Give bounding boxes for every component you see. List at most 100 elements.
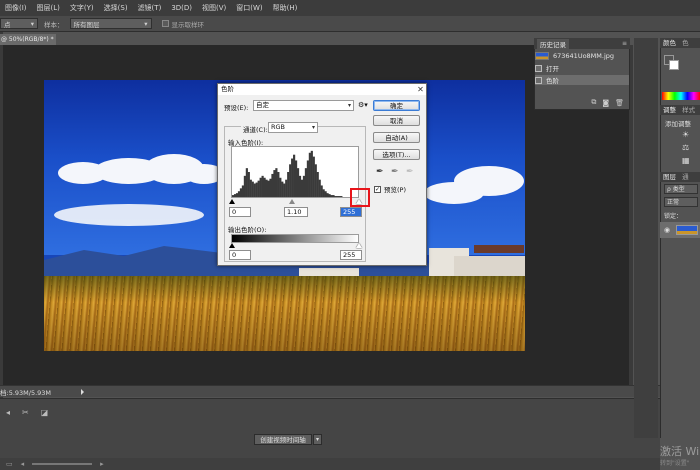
layers-panel-tab[interactable]: 图层 通 [660, 172, 700, 182]
input-black-field[interactable]: 0 [229, 207, 251, 217]
output-black-slider[interactable] [229, 243, 235, 248]
history-step-label: 打开 [546, 65, 559, 73]
history-step-icon [535, 64, 542, 72]
input-white-field[interactable]: 255 [340, 207, 362, 217]
channels-tab-label: 通 [682, 173, 689, 181]
menu-3d[interactable]: 3D(D) [166, 4, 197, 12]
histogram-bar [285, 179, 288, 197]
checkbox-box [161, 20, 169, 27]
zoom-slider[interactable] [32, 463, 93, 465]
document-tab[interactable]: @ 50%(RGB/8*) * [0, 34, 56, 45]
histogram-bar [249, 179, 252, 197]
history-step-levels[interactable]: 色阶 [535, 75, 629, 85]
balance-icon[interactable]: ⚖ [682, 143, 689, 152]
panel-menu-icon[interactable]: ≡ [622, 40, 627, 47]
black-eyedropper-icon[interactable]: ✒ [376, 167, 384, 177]
menu-window[interactable]: 窗口(W) [231, 3, 267, 13]
status-menu-icon[interactable] [81, 388, 85, 395]
histogram-bar [324, 191, 327, 197]
film-icon[interactable]: ▭ [6, 460, 13, 468]
preview-checkbox[interactable]: ✓ 预览(P) [374, 184, 406, 194]
chevron-down-icon: ▾ [30, 19, 34, 28]
zoom-in-icon[interactable]: ▸ [100, 460, 104, 468]
history-step-icon [535, 76, 542, 84]
preset-select[interactable]: 自定 ▾ [253, 100, 354, 111]
timeline-dropdown-button[interactable]: ▾ [313, 434, 322, 445]
menu-help[interactable]: 帮助(H) [268, 3, 303, 13]
background-color-swatch[interactable] [669, 60, 679, 70]
histogram-bar [287, 172, 290, 197]
white-eyedropper-icon[interactable]: ✒ [406, 167, 414, 177]
channel-select[interactable]: RGB ▾ [268, 122, 318, 133]
preset-options-gear-icon[interactable]: ⚙▾ [358, 101, 368, 109]
levels-dialog-title[interactable]: 色阶 [218, 84, 426, 95]
histogram-bar [300, 179, 304, 197]
cancel-button[interactable]: 取消 [373, 115, 420, 126]
histogram-bar [330, 195, 333, 197]
brightness-icon[interactable]: ☀ [682, 130, 689, 139]
adjustments-tab-label: 调整 [663, 106, 676, 114]
histogram-bar [310, 150, 313, 197]
menu-type[interactable]: 文字(Y) [65, 3, 99, 13]
channel-value: RGB [271, 123, 286, 131]
preset-label: 预设(E): [224, 104, 249, 112]
preset-value: 自定 [256, 101, 269, 109]
menu-layer[interactable]: 图层(L) [32, 3, 65, 13]
blend-mode-select[interactable]: 正常 [664, 197, 698, 207]
output-white-field[interactable]: 255 [340, 250, 362, 260]
input-gamma-slider[interactable] [289, 199, 295, 204]
histogram-bar [251, 181, 254, 197]
close-icon[interactable]: ✕ [416, 85, 425, 94]
history-snapshot-row[interactable]: 673641Uo8MM.jpg [535, 51, 629, 61]
input-black-slider[interactable] [229, 199, 235, 204]
histogram-bar [273, 170, 276, 197]
options-button[interactable]: 选项(T)... [373, 149, 420, 160]
histogram-bar [271, 173, 274, 197]
photo-cloud [54, 204, 204, 226]
output-white-slider[interactable] [356, 243, 362, 248]
add-adjustment-label: 添加调整 [665, 120, 691, 128]
history-tab[interactable]: 历史记录 [537, 38, 569, 49]
new-document-from-state-icon[interactable]: ⧉ [591, 98, 596, 107]
color-panel-tab[interactable]: 颜色 色 [660, 38, 700, 48]
history-step-open[interactable]: 打开 [535, 63, 629, 73]
gray-eyedropper-icon[interactable]: ✒ [391, 167, 399, 177]
histogram-bar [322, 189, 325, 197]
channel-label: 通道(C): [241, 124, 270, 134]
histogram-bar [283, 183, 286, 197]
sample-layers-select[interactable]: 所有图层 ▾ [69, 18, 152, 29]
layer-row-background[interactable]: ◉ [660, 222, 700, 238]
scissors-icon[interactable]: ✂ [22, 408, 29, 417]
create-video-timeline-button[interactable]: 创建视频时间轴 [254, 434, 312, 445]
histogram-bar [328, 194, 331, 197]
histogram-bar [267, 180, 270, 197]
camera-icon[interactable]: ◙ [602, 99, 609, 107]
layer-filter-select[interactable]: ρ 类型 [664, 184, 698, 194]
histogram-bar [257, 180, 260, 197]
trash-icon[interactable]: 🗑 [615, 99, 624, 107]
auto-button[interactable]: 自动(A) [373, 132, 420, 143]
eye-visibility-icon[interactable]: ◉ [664, 226, 670, 234]
output-black-field[interactable]: 0 [229, 250, 251, 260]
ok-button[interactable]: 确定 [373, 100, 420, 111]
zoom-out-icon[interactable]: ◂ [21, 460, 25, 468]
menu-image[interactable]: 图像(I) [0, 3, 32, 13]
sample-size-select[interactable]: 点 ▾ [0, 18, 38, 29]
histogram-bar [326, 193, 329, 197]
transition-icon[interactable]: ◪ [41, 408, 49, 417]
histogram-bar [281, 181, 284, 197]
levels-icon[interactable]: ▦ [682, 156, 690, 165]
sample-label: 样本： [44, 20, 64, 29]
histogram-bar [320, 185, 323, 197]
color-spectrum-bar[interactable] [662, 92, 700, 100]
input-gamma-field[interactable]: 1.10 [284, 207, 308, 217]
menu-select[interactable]: 选择(S) [99, 3, 133, 13]
go-to-first-frame-icon[interactable]: ◂ [6, 408, 10, 417]
history-step-label: 色阶 [546, 77, 559, 85]
menu-view[interactable]: 视图(V) [197, 3, 231, 13]
lock-label: 锁定： [664, 213, 683, 220]
show-ring-checkbox[interactable]: 显示取样环 [161, 19, 204, 29]
menu-filter[interactable]: 滤镜(T) [133, 3, 167, 13]
histogram-bar [318, 179, 321, 197]
adjustments-panel-tab[interactable]: 调整 样式 [660, 105, 700, 115]
